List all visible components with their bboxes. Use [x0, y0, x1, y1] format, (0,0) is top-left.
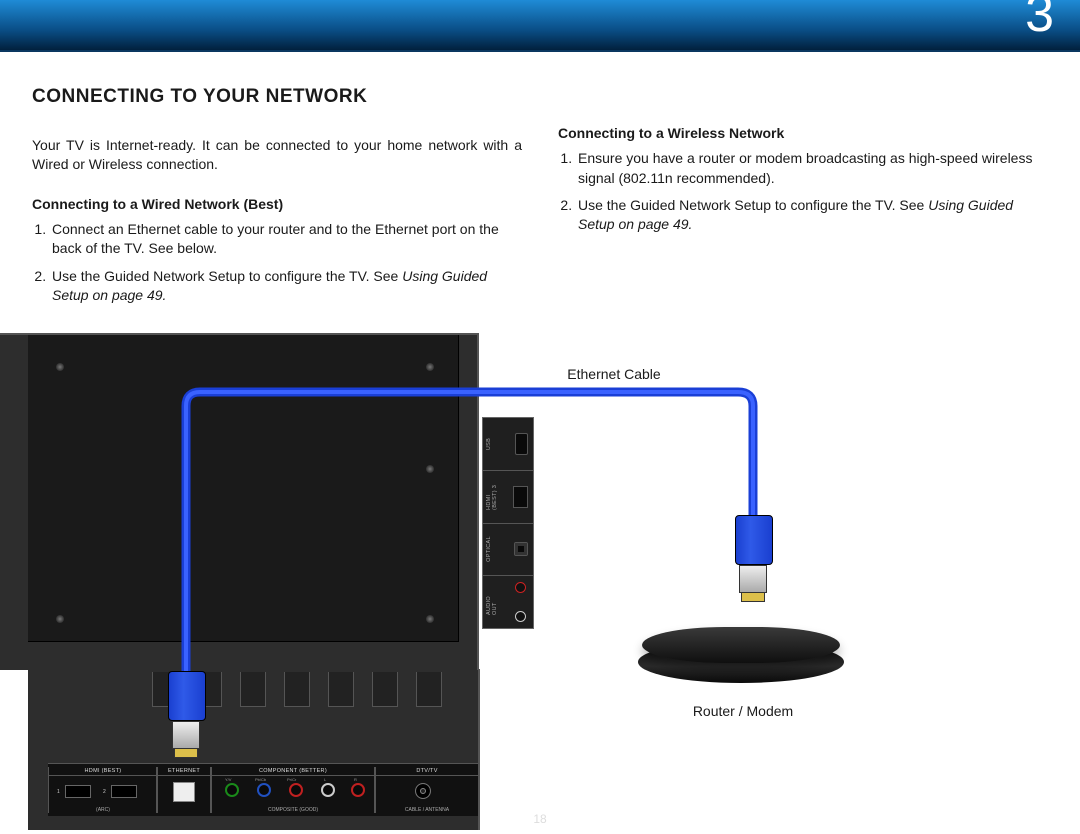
wireless-steps: Ensure you have a router or modem broadc…	[576, 149, 1048, 234]
wireless-heading: Connecting to a Wireless Network	[558, 124, 1048, 143]
wired-step-1: Connect an Ethernet cable to your router…	[50, 220, 522, 259]
page-title: CONNECTING TO YOUR NETWORK	[32, 86, 1048, 108]
wireless-step-2: Use the Guided Network Setup to configur…	[576, 196, 1048, 235]
component-group: COMPONENT (BETTER) Y/V Pb/Cb Pr/Cr L R C…	[210, 767, 376, 813]
wired-steps: Connect an Ethernet cable to your router…	[50, 220, 522, 305]
tv-back-panel: USB HDMI (BEST) 3 OPTICAL AUDIO OUT	[0, 333, 557, 828]
side-port-strip: USB HDMI (BEST) 3 OPTICAL AUDIO OUT	[482, 417, 534, 629]
wired-heading: Connecting to a Wired Network (Best)	[32, 195, 522, 214]
chapter-number: 3	[1025, 0, 1054, 44]
screw-icon	[56, 363, 64, 371]
page-content: CONNECTING TO YOUR NETWORK Your TV is In…	[0, 52, 1080, 321]
hdmi-group: HDMI (BEST) 1 2 (ARC)	[48, 767, 158, 813]
coax-port-icon	[415, 783, 431, 799]
usb-port: USB	[483, 418, 533, 471]
ethernet-group: ETHERNET	[156, 767, 212, 813]
audio-out-port: AUDIO OUT	[483, 576, 533, 628]
connection-diagram: USB HDMI (BEST) 3 OPTICAL AUDIO OUT	[0, 330, 1080, 834]
right-column: Connecting to a Wireless Network Ensure …	[558, 122, 1048, 321]
chapter-header: 3	[0, 0, 1080, 52]
router-icon	[638, 627, 844, 689]
wireless-step-1: Ensure you have a router or modem broadc…	[576, 149, 1048, 188]
ethernet-cable-label: Ethernet Cable	[544, 366, 684, 382]
left-column: Your TV is Internet-ready. It can be con…	[32, 122, 522, 321]
hdmi-3-port: HDMI (BEST) 3	[483, 471, 533, 524]
ethernet-port-icon	[173, 782, 195, 802]
optical-port: OPTICAL	[483, 524, 533, 577]
screw-icon	[426, 363, 434, 371]
intro-text: Your TV is Internet-ready. It can be con…	[32, 136, 522, 175]
screw-icon	[426, 615, 434, 623]
wired-step-2: Use the Guided Network Setup to configur…	[50, 267, 522, 306]
dtv-group: DTV/TV CABLE / ANTENNA	[374, 767, 480, 813]
page-number: 18	[0, 812, 1080, 826]
screw-icon	[426, 465, 434, 473]
ethernet-plug-router	[735, 515, 771, 602]
screw-icon	[56, 615, 64, 623]
router-label: Router / Modem	[678, 703, 808, 719]
bottom-port-bar: HDMI (BEST) 1 2 (ARC) ETHERNET COMPONENT…	[48, 763, 478, 816]
ethernet-plug-tv	[168, 671, 204, 758]
